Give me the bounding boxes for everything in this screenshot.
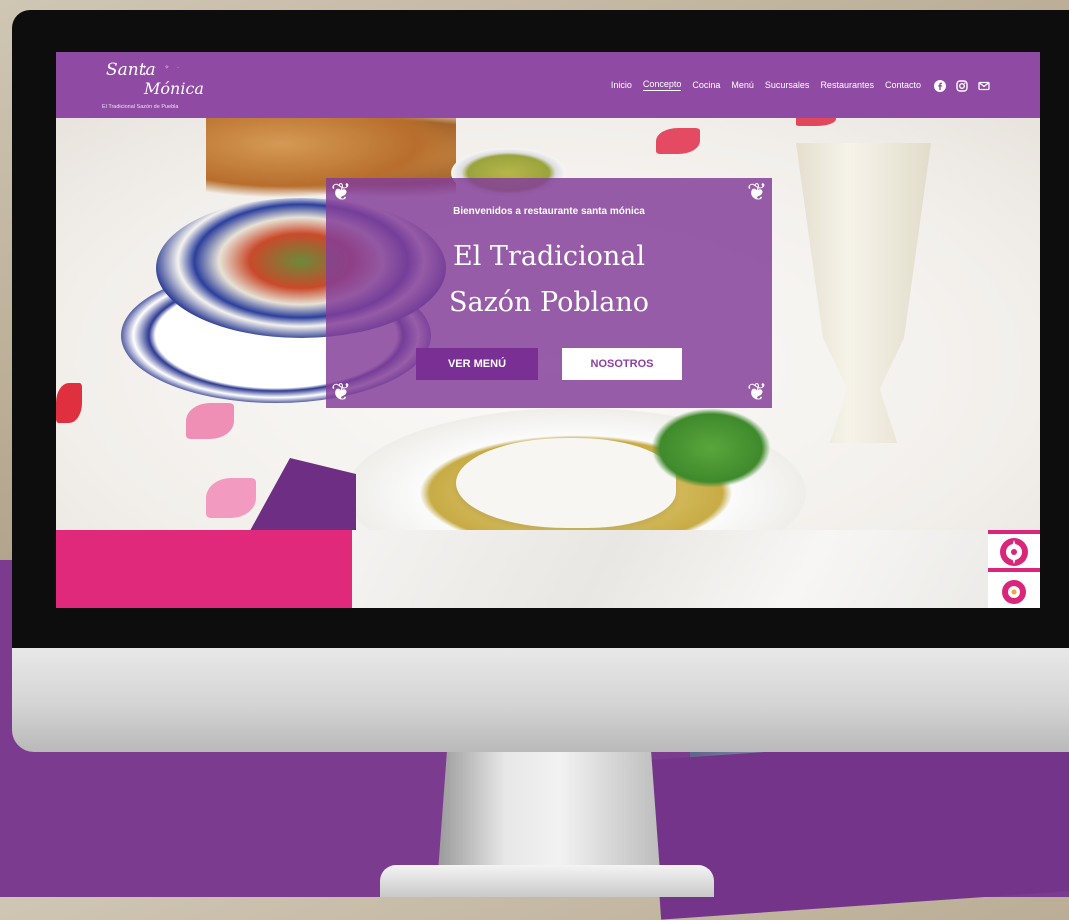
logo-text-monica: Mónica <box>144 79 204 98</box>
ver-menu-button[interactable]: VER MENÚ <box>416 348 538 380</box>
website-screen: ✦ · ✧ · ✦ Santa Mónica El Tradicional Sa… <box>56 52 1040 608</box>
monitor-chin <box>12 648 1069 752</box>
nav-item-restaurantes[interactable]: Restaurantes <box>820 80 874 90</box>
logo-text-santa: Santa <box>106 60 156 80</box>
hero-title-line2: Sazón Poblano <box>448 287 650 318</box>
hero-kicker: Bienvenidos a restaurante santa mónica <box>453 206 645 217</box>
hero-section: ❦ ❦ ❦ ❦ Bienvenidos a restaurante santa … <box>56 118 1040 530</box>
facebook-icon[interactable] <box>934 79 946 92</box>
tile-pattern-icon <box>988 530 1040 608</box>
flower-decoration <box>56 383 82 423</box>
main-nav: Inicio Concepto Cocina Menú Sucursales R… <box>611 79 990 92</box>
corner-ornament-icon: ❦ <box>330 179 352 206</box>
flower-decoration <box>186 403 234 439</box>
corner-ornament-icon: ❦ <box>746 179 768 206</box>
lettuce-garnish-image <box>651 408 771 488</box>
talavera-tile-decoration <box>988 530 1040 608</box>
nav-item-cocina[interactable]: Cocina <box>692 80 720 90</box>
napkin-image <box>246 458 356 530</box>
hero-title: El Tradicional Sazón Poblano <box>326 234 772 326</box>
hero-card: ❦ ❦ ❦ ❦ Bienvenidos a restaurante santa … <box>326 178 772 408</box>
instagram-icon[interactable] <box>956 79 968 92</box>
marble-section-background <box>352 530 988 608</box>
flower-decoration <box>206 478 256 518</box>
flower-decoration <box>796 118 836 126</box>
site-logo[interactable]: ✦ · ✧ · ✦ Santa Mónica El Tradicional Sa… <box>102 60 204 112</box>
site-header: ✦ · ✧ · ✦ Santa Mónica El Tradicional Sa… <box>56 52 1040 118</box>
chile-en-nogada-image <box>456 438 676 528</box>
horchata-glass-image <box>796 143 931 443</box>
pink-accent-block <box>56 530 352 608</box>
nav-item-inicio[interactable]: Inicio <box>611 80 632 90</box>
corner-ornament-icon: ❦ <box>330 379 352 406</box>
monitor-base <box>380 865 714 897</box>
flower-decoration <box>656 128 700 154</box>
nav-item-sucursales[interactable]: Sucursales <box>765 80 810 90</box>
nav-item-concepto[interactable]: Concepto <box>642 79 682 91</box>
nosotros-button[interactable]: NOSOTROS <box>562 348 682 380</box>
corner-ornament-icon: ❦ <box>746 379 768 406</box>
nav-item-contacto[interactable]: Contacto <box>885 80 921 90</box>
mail-icon[interactable] <box>978 79 990 91</box>
hero-title-line1: El Tradicional <box>453 241 645 272</box>
nav-item-menu[interactable]: Menú <box>731 80 754 90</box>
social-links <box>934 79 990 92</box>
monitor-stand <box>438 752 660 872</box>
logo-tagline: El Tradicional Sazón de Puebla <box>102 104 179 110</box>
